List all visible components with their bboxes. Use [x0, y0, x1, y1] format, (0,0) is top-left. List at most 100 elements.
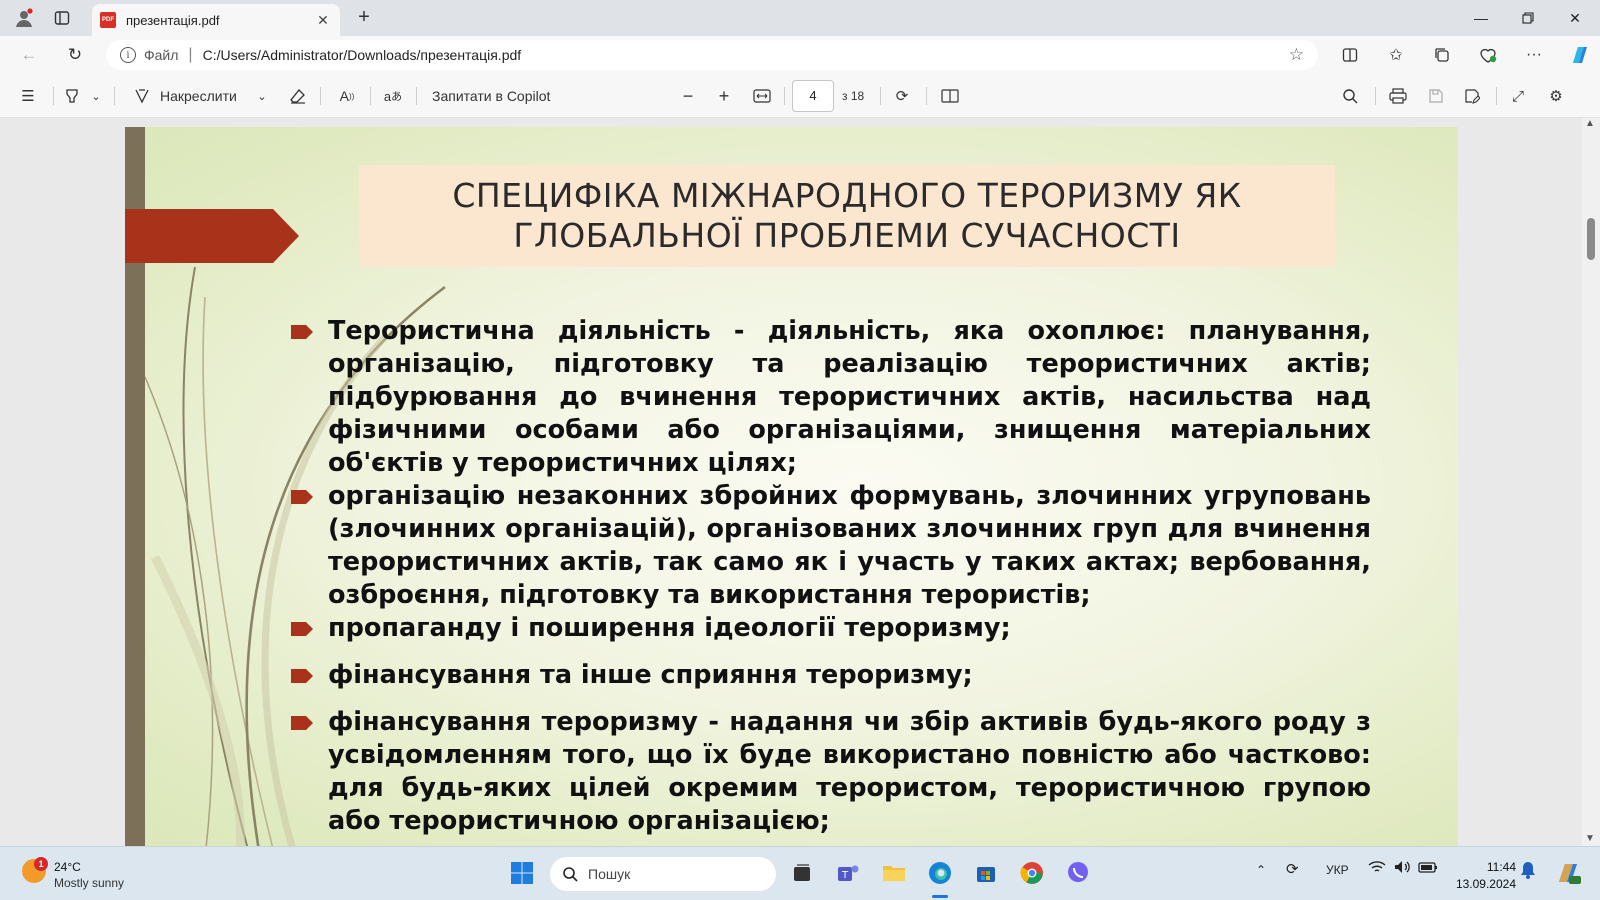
bullet-text: фінансування тероризму - надання чи збір… [328, 707, 1371, 836]
highlight-icon[interactable] [60, 84, 84, 108]
draw-icon[interactable] [130, 84, 154, 108]
red-arrow-decoration [125, 209, 299, 263]
fit-to-width-icon[interactable] [750, 84, 774, 108]
weather-description[interactable]: Mostly sunny [54, 876, 124, 890]
table-of-contents-icon[interactable]: ☰ [16, 84, 40, 108]
back-icon[interactable]: ← [16, 43, 42, 67]
volume-icon[interactable] [1394, 860, 1412, 877]
active-app-indicator [932, 895, 948, 898]
draw-button[interactable]: Накреслити [160, 84, 237, 108]
divider [416, 87, 417, 105]
taskbar: 1 24°C Mostly sunny Пошук T ⌃ ⟳ УКР 11:4… [0, 846, 1600, 900]
split-screen-icon[interactable] [1338, 44, 1362, 66]
language-indicator[interactable]: УКР [1326, 863, 1349, 877]
divider [320, 87, 321, 105]
weather-badge: 1 [34, 857, 48, 871]
search-icon[interactable] [1338, 84, 1362, 108]
bullet-item: Терористична діяльність - діяльність, як… [291, 315, 1371, 480]
divider [1375, 87, 1376, 105]
url-text: C:/Users/Administrator/Downloads/презент… [202, 47, 522, 63]
draw-dropdown-icon[interactable]: ⌄ [254, 84, 270, 108]
pdf-viewer[interactable]: СПЕЦИФІКА МІЖНАРОДНОГО ТЕРОРИЗМУ ЯК ГЛОБ… [0, 118, 1600, 846]
close-tab-icon[interactable]: ✕ [314, 12, 332, 29]
bullet-arrow-icon [291, 669, 313, 683]
refresh-icon[interactable]: ↻ [62, 43, 88, 67]
weather-temperature[interactable]: 24°C [54, 860, 81, 874]
divider [926, 87, 927, 105]
sync-icon[interactable]: ⟳ [1286, 860, 1299, 878]
clock-time: 11:44 [1486, 860, 1516, 874]
slide-page: СПЕЦИФІКА МІЖНАРОДНОГО ТЕРОРИЗМУ ЯК ГЛОБ… [125, 127, 1458, 846]
save-as-icon[interactable] [1460, 84, 1484, 108]
zoom-in-icon[interactable]: + [712, 84, 736, 108]
browser-tab[interactable]: PDF презентація.pdf ✕ [92, 4, 340, 36]
title-bar: PDF презентація.pdf ✕ + — ✕ [0, 0, 1600, 36]
taskbar-search[interactable]: Пошук [550, 857, 776, 891]
copilot-icon[interactable] [1568, 44, 1592, 66]
chrome-icon[interactable] [1016, 857, 1048, 889]
print-icon[interactable] [1386, 84, 1410, 108]
read-aloud-icon[interactable]: A)) [334, 84, 360, 108]
bullet-item: фінансування та інше сприяння тероризму; [291, 659, 1371, 692]
divider [114, 87, 115, 105]
pdf-toolbar: ☰ ⌄ Накреслити ⌄ A)) aあ Запитати в Copil… [0, 74, 1600, 118]
url-scheme: Файл [144, 47, 179, 63]
viber-icon[interactable] [1062, 857, 1094, 889]
zoom-out-icon[interactable]: − [676, 84, 700, 108]
ask-copilot-button[interactable]: Запитати в Copilot [432, 84, 550, 108]
info-icon[interactable]: i [120, 47, 136, 63]
draw-label: Накреслити [160, 88, 237, 104]
more-menu-icon[interactable]: ··· [1522, 44, 1546, 66]
file-explorer-icon[interactable] [878, 857, 910, 889]
start-windows-icon[interactable] [506, 857, 538, 889]
workspaces-icon[interactable] [50, 6, 74, 30]
scroll-down-icon[interactable]: ▼ [1585, 833, 1595, 844]
scroll-up-icon[interactable]: ▲ [1585, 118, 1595, 129]
fullscreen-icon[interactable]: ⤢ [1506, 84, 1530, 108]
profile-icon[interactable] [12, 6, 36, 30]
rotate-icon[interactable]: ⟳ [890, 84, 914, 108]
teams-icon[interactable]: T [832, 857, 864, 889]
browser-essentials-icon[interactable] [1476, 44, 1500, 66]
page-total: з 18 [842, 89, 865, 103]
page-view-icon[interactable] [938, 84, 962, 108]
vertical-scrollbar[interactable]: ▲ ▼ [1582, 118, 1600, 846]
clock[interactable]: 11:44 13.09.2024 [1450, 859, 1516, 893]
store-icon[interactable] [970, 857, 1002, 889]
search-icon [563, 867, 578, 882]
bullet-text: пропаганду і поширення ідеології терориз… [328, 613, 1011, 643]
ask-copilot-label: Запитати в Copilot [432, 88, 551, 104]
edge-browser-icon[interactable] [924, 857, 956, 889]
settings-gear-icon[interactable]: ⚙ [1544, 84, 1568, 108]
show-hidden-icons[interactable]: ⌃ [1256, 863, 1266, 877]
collections-icon[interactable] [1430, 44, 1454, 66]
minimize-icon[interactable]: — [1458, 0, 1504, 36]
bullet-arrow-icon [291, 490, 313, 504]
bullet-text: фінансування та інше сприяння тероризму; [328, 660, 973, 690]
favorites-icon[interactable]: ✩ [1384, 44, 1408, 66]
pdf-file-icon: PDF [100, 12, 116, 28]
tab-title: презентація.pdf [126, 12, 220, 28]
highlight-dropdown-icon[interactable]: ⌄ [88, 84, 104, 108]
task-view-icon[interactable] [786, 857, 818, 889]
bullet-item: фінансування тероризму - надання чи збір… [291, 706, 1371, 838]
divider [53, 87, 54, 105]
page-number-input[interactable]: 4 [792, 80, 834, 112]
battery-icon[interactable] [1418, 860, 1438, 877]
divider [880, 87, 881, 105]
new-tab-icon[interactable]: + [352, 6, 376, 30]
svg-text:T: T [841, 870, 849, 881]
copilot-taskbar-icon[interactable] [1552, 857, 1584, 889]
save-icon[interactable] [1424, 84, 1448, 108]
close-window-icon[interactable]: ✕ [1552, 0, 1598, 36]
notification-bell-icon[interactable] [1520, 861, 1536, 882]
favorite-star-icon[interactable]: ☆ [1289, 45, 1304, 65]
wifi-icon[interactable] [1368, 860, 1386, 877]
translate-icon[interactable]: aあ [380, 84, 406, 108]
scroll-thumb[interactable] [1587, 218, 1595, 260]
url-field[interactable]: i Файл | C:/Users/Administrator/Download… [106, 40, 1318, 70]
eraser-icon[interactable] [286, 84, 310, 108]
bullet-text: організацію незаконних збройних формуван… [328, 481, 1371, 610]
restore-icon[interactable] [1505, 0, 1551, 36]
divider [784, 87, 785, 105]
